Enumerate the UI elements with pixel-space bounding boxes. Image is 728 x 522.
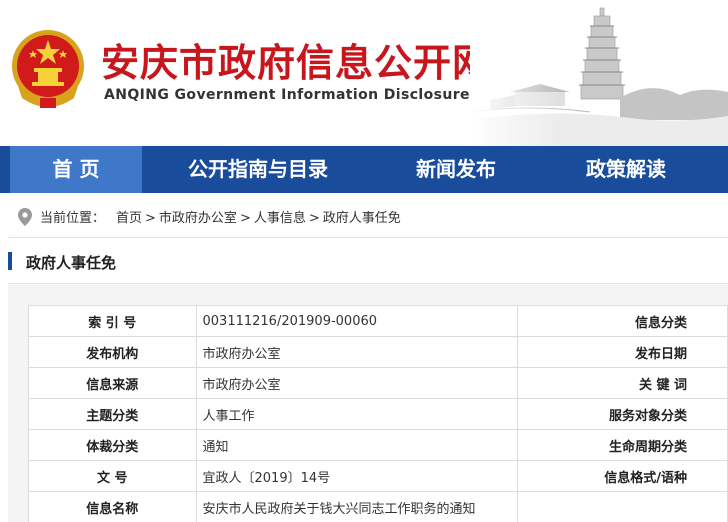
nav-news-release[interactable]: 新闻发布	[392, 146, 520, 193]
breadcrumb-links: 首页 > 市政府办公室 > 人事信息 > 政府人事任免	[116, 207, 401, 226]
value-publisher: 市政府办公室	[195, 336, 519, 368]
label-audience-category: 服务对象分类	[517, 398, 728, 430]
value-topic-category: 人事工作	[195, 398, 519, 430]
breadcrumb-office[interactable]: 市政府办公室	[159, 211, 237, 226]
table-row: 信息名称 安庆市人民政府关于钱大兴同志工作职务的通知	[28, 491, 728, 522]
title-accent-bar	[8, 252, 12, 270]
label-topic-category: 主题分类	[28, 398, 197, 430]
breadcrumb: 当前位置： 首页 > 市政府办公室 > 人事信息 > 政府人事任免	[0, 193, 728, 237]
label-info-name: 信息名称	[28, 491, 197, 522]
nav-home[interactable]: 首 页	[10, 146, 142, 193]
label-genre-category: 体裁分类	[28, 429, 197, 461]
panel-body: 索 引 号 003111216/201909-00060 信息分类 发布机构 市…	[8, 285, 728, 522]
panel-title: 政府人事任免	[26, 254, 117, 272]
table-row: 信息来源 市政府办公室 关 键 词	[28, 367, 728, 399]
table-row: 文 号 宜政人〔2019〕14号 信息格式/语种	[28, 460, 728, 492]
label-publish-date: 发布日期	[517, 336, 728, 368]
table-row: 体裁分类 通知 生命周期分类	[28, 429, 728, 461]
table-row: 发布机构 市政府办公室 发布日期	[28, 336, 728, 368]
value-genre-category: 通知	[195, 429, 519, 461]
breadcrumb-appointments[interactable]: 政府人事任免	[323, 211, 401, 226]
label-info-source: 信息来源	[28, 367, 197, 399]
label-empty	[517, 491, 728, 522]
location-pin-icon	[18, 208, 32, 226]
info-table: 索 引 号 003111216/201909-00060 信息分类 发布机构 市…	[28, 305, 728, 522]
label-document-number: 文 号	[28, 460, 197, 492]
value-info-source: 市政府办公室	[195, 367, 519, 399]
breadcrumb-label: 当前位置：	[40, 211, 106, 226]
pagoda-scenery-icon	[470, 0, 728, 146]
table-row: 索 引 号 003111216/201909-00060 信息分类	[28, 305, 728, 337]
national-emblem-icon	[12, 30, 84, 108]
label-index-number: 索 引 号	[28, 305, 197, 337]
nav-policy-interpretation[interactable]: 政策解读	[562, 146, 690, 193]
value-info-name: 安庆市人民政府关于钱大兴同志工作职务的通知	[195, 491, 519, 522]
label-info-category: 信息分类	[517, 305, 728, 337]
label-lifecycle-category: 生命周期分类	[517, 429, 728, 461]
main-nav: 首 页 公开指南与目录 新闻发布 政策解读	[0, 146, 728, 193]
content-panel: 政府人事任免 索 引 号 003111216/201909-00060 信息分类…	[8, 237, 728, 522]
site-header: 安庆市政府信息公开网 ANQING Government Information…	[0, 0, 728, 146]
table-row: 主题分类 人事工作 服务对象分类	[28, 398, 728, 430]
label-format-language: 信息格式/语种	[517, 460, 728, 492]
value-index-number: 003111216/201909-00060	[195, 305, 519, 337]
site-title: 安庆市政府信息公开网	[101, 40, 492, 85]
label-publisher: 发布机构	[28, 336, 197, 368]
nav-guide-catalog[interactable]: 公开指南与目录	[166, 146, 350, 193]
panel-title-bar: 政府人事任免	[8, 238, 728, 284]
breadcrumb-separator: >	[145, 211, 156, 226]
breadcrumb-personnel[interactable]: 人事信息	[254, 211, 306, 226]
breadcrumb-separator: >	[239, 211, 251, 226]
value-document-number: 宜政人〔2019〕14号	[195, 460, 519, 492]
breadcrumb-separator: >	[308, 211, 320, 226]
label-keywords: 关 键 词	[517, 367, 728, 399]
breadcrumb-home[interactable]: 首页	[116, 211, 142, 226]
